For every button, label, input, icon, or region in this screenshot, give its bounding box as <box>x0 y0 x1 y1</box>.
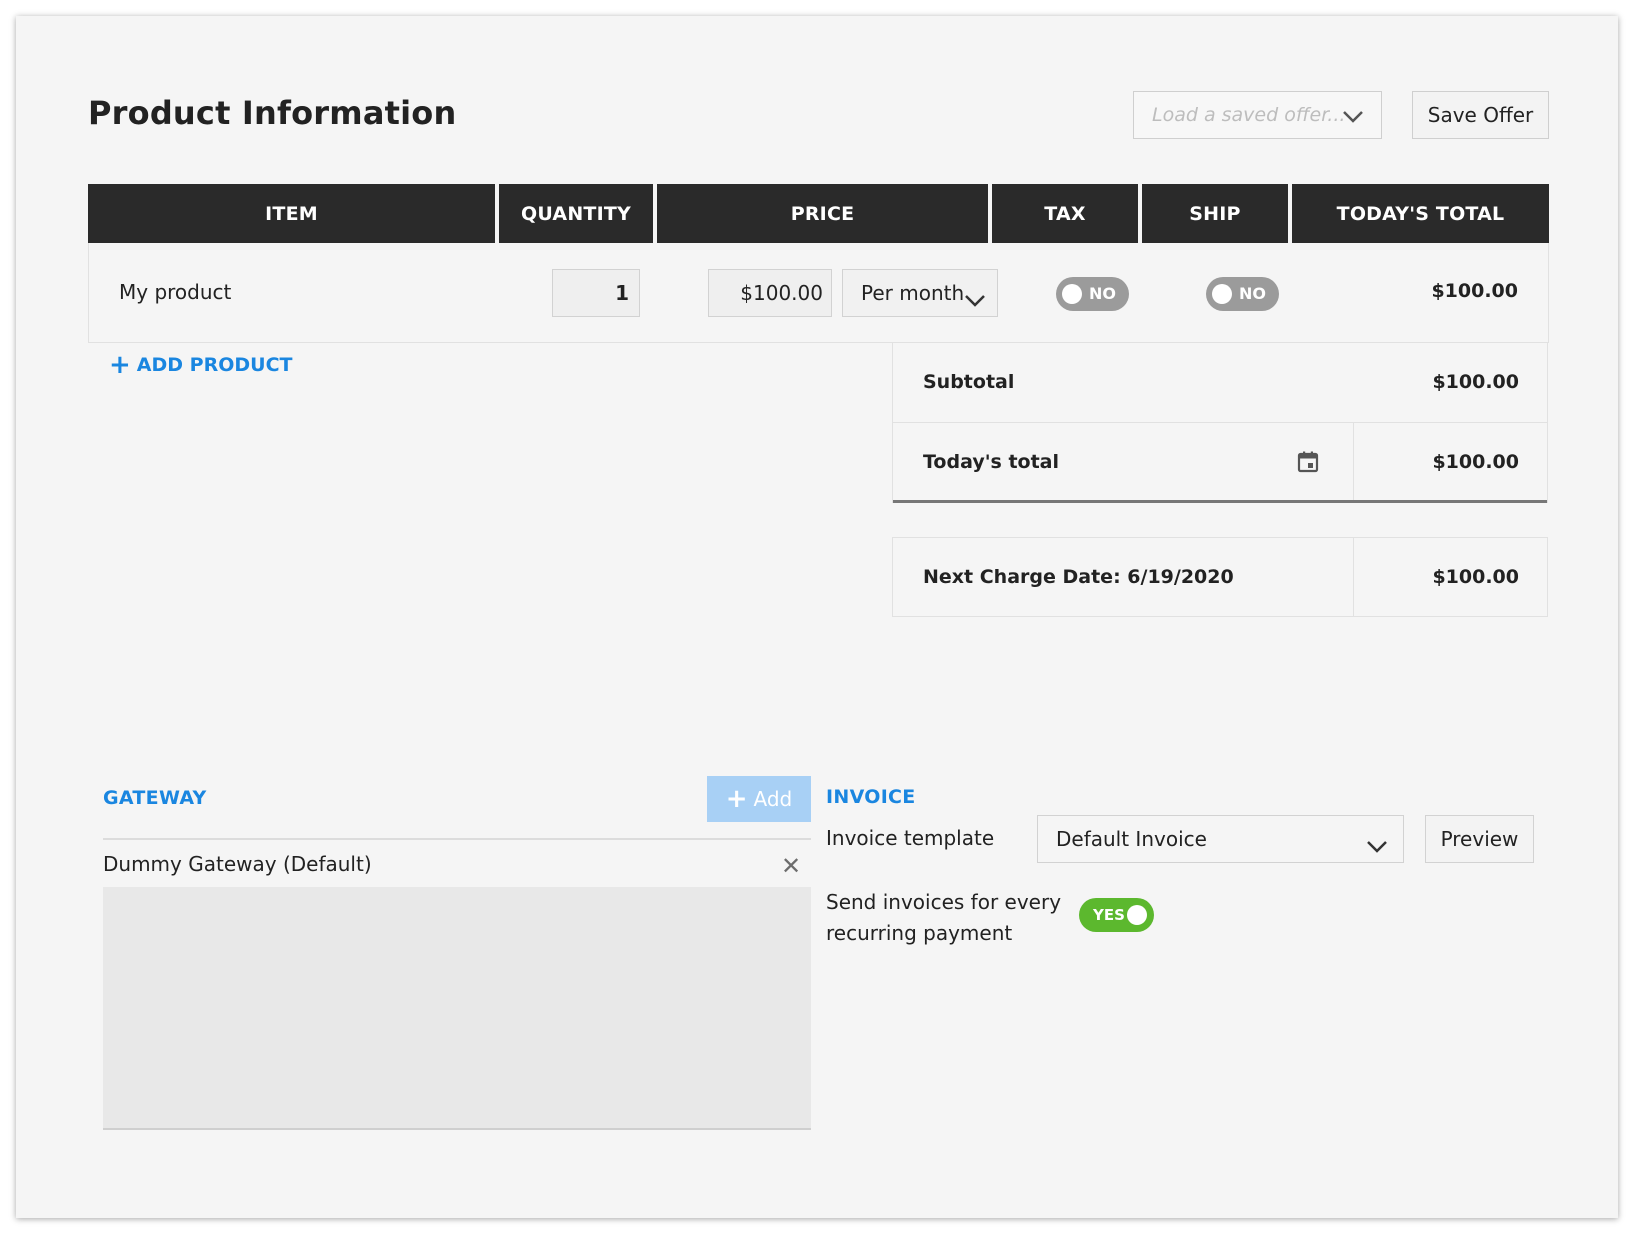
page-title: Product Information <box>88 94 457 132</box>
subtotal-row: Subtotal $100.00 <box>893 343 1547 423</box>
toggle-knob <box>1062 284 1082 304</box>
product-name: My product <box>119 280 232 304</box>
send-invoices-toggle-label: YES <box>1093 906 1125 924</box>
invoice-section-title: INVOICE <box>826 786 916 808</box>
invoice-template-select[interactable]: Default Invoice <box>1037 815 1404 863</box>
gateway-item: Dummy Gateway (Default) <box>103 852 372 876</box>
subtotal-label: Subtotal <box>923 371 1015 393</box>
column-header-ship: SHIP <box>1142 184 1288 243</box>
send-invoices-label: Send invoices for every recurring paymen… <box>826 887 1061 949</box>
send-invoices-label-line2: recurring payment <box>826 921 1013 945</box>
next-charge-row: Next Charge Date: 6/19/2020 $100.00 <box>892 537 1548 617</box>
add-product-label: ADD PRODUCT <box>136 354 293 376</box>
add-gateway-label: Add <box>753 787 793 811</box>
subtotal-value: $100.00 <box>1432 371 1519 393</box>
billing-period-select[interactable]: Per month <box>842 269 998 317</box>
todays-total-row: Today's total $100.00 <box>893 423 1547 503</box>
column-divider <box>1353 423 1354 500</box>
calendar-icon[interactable] <box>1296 450 1320 478</box>
send-invoices-label-line1: Send invoices for every <box>826 890 1062 914</box>
load-saved-offer-placeholder: Load a saved offer... <box>1152 104 1346 126</box>
divider <box>103 838 811 840</box>
close-icon[interactable]: ✕ <box>781 852 801 880</box>
toggle-knob <box>1127 905 1147 925</box>
load-saved-offer-select[interactable]: Load a saved offer... <box>1133 91 1382 139</box>
todays-total-value: $100.00 <box>1432 451 1519 473</box>
tax-toggle[interactable]: NO <box>1056 277 1129 311</box>
invoice-template-label: Invoice template <box>826 826 995 850</box>
column-divider <box>1353 538 1354 616</box>
todays-total-label: Today's total <box>923 451 1060 473</box>
next-charge-label: Next Charge Date: 6/19/2020 <box>923 566 1234 588</box>
chevron-down-icon <box>1341 104 1365 133</box>
gateway-section-title: GATEWAY <box>103 787 207 809</box>
next-charge-value: $100.00 <box>1432 566 1519 588</box>
column-header-todays-total: TODAY'S TOTAL <box>1292 184 1549 243</box>
chevron-down-icon <box>963 282 987 328</box>
quantity-input[interactable]: 1 <box>552 269 640 317</box>
gateway-details-panel <box>103 887 811 1130</box>
tax-toggle-label: NO <box>1089 284 1116 303</box>
column-header-quantity: QUANTITY <box>499 184 653 243</box>
plus-icon: + <box>109 350 131 380</box>
add-product-link[interactable]: + ADD PRODUCT <box>109 350 293 380</box>
plus-icon: + <box>725 784 748 814</box>
add-gateway-button[interactable]: + Add <box>707 776 811 822</box>
column-header-item: ITEM <box>88 184 495 243</box>
ship-toggle-label: NO <box>1239 284 1266 303</box>
price-input[interactable]: $100.00 <box>708 269 832 317</box>
column-header-tax: TAX <box>992 184 1138 243</box>
column-header-price: PRICE <box>657 184 988 243</box>
save-offer-button[interactable]: Save Offer <box>1412 91 1549 139</box>
product-table-header: ITEM QUANTITY PRICE TAX SHIP TODAY'S TOT… <box>88 184 1549 243</box>
ship-toggle[interactable]: NO <box>1206 277 1279 311</box>
table-row: My product 1 $100.00 Per month NO NO $10… <box>88 243 1549 343</box>
chevron-down-icon <box>1365 828 1389 874</box>
totals-panel: Subtotal $100.00 Today's total $100.00 <box>892 343 1548 503</box>
preview-button[interactable]: Preview <box>1425 815 1534 863</box>
row-total: $100.00 <box>1431 280 1518 302</box>
send-invoices-toggle[interactable]: YES <box>1079 898 1154 932</box>
invoice-template-value: Default Invoice <box>1056 827 1207 851</box>
toggle-knob <box>1212 284 1232 304</box>
billing-period-value: Per month <box>861 281 965 305</box>
